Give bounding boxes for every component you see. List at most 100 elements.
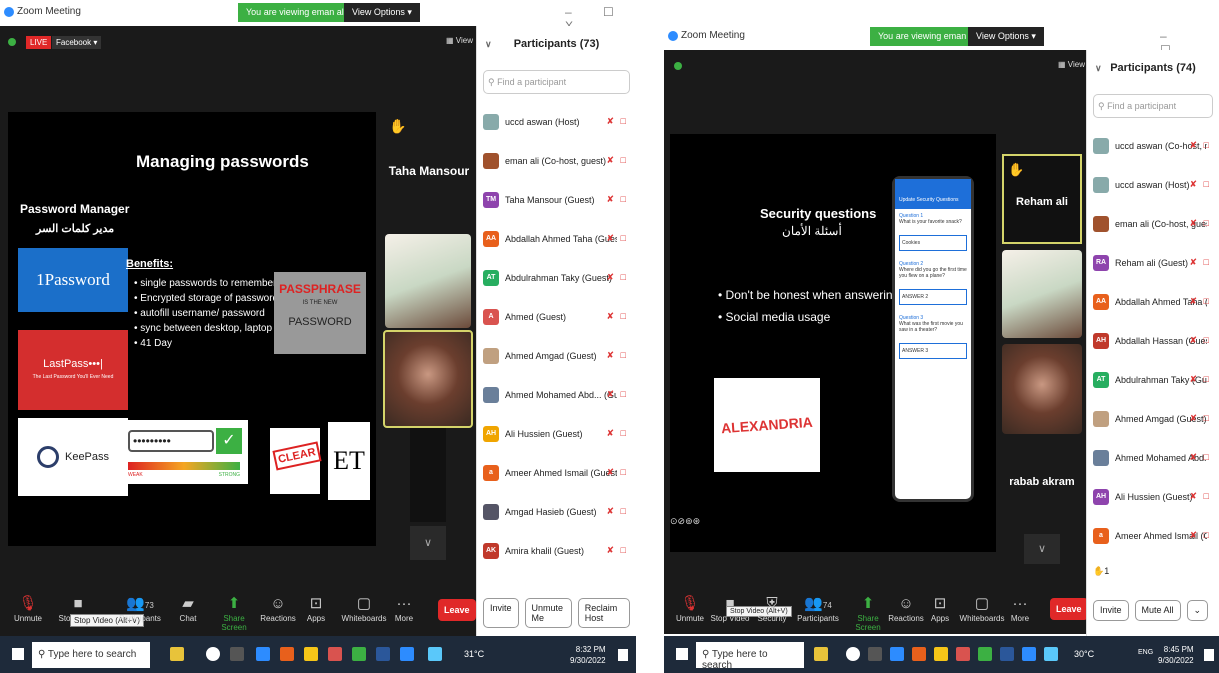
notification-icon[interactable] — [1204, 649, 1214, 661]
shield-icon[interactable] — [8, 38, 16, 46]
word-icon[interactable] — [1000, 647, 1014, 661]
participant-video-2[interactable] — [1002, 344, 1082, 434]
zoom-taskbar-icon[interactable] — [400, 647, 414, 661]
taskbar-app-icon[interactable] — [170, 647, 184, 661]
mic-camera-muted-icon[interactable]: ✘ □ — [1190, 413, 1211, 424]
windows-start-icon[interactable] — [12, 648, 24, 660]
participant-row[interactable]: Ahmed Amgad (Guest) ✘ □ — [1087, 399, 1219, 438]
participant-row[interactable]: aAmeer Ahmed Ismail (Guest)✘ □ — [1087, 516, 1219, 555]
speaker-tile-2[interactable]: rabab akram — [1002, 440, 1082, 530]
security-button[interactable]: ⛨ Security — [750, 594, 794, 623]
taskbar-app-icon-2[interactable] — [428, 647, 442, 661]
mic-camera-muted-icon[interactable]: ✘ □ — [1190, 257, 1211, 268]
explorer-icon[interactable] — [934, 647, 948, 661]
participant-row[interactable]: ATAbdulrahman Taky (Guest)✘ □ — [477, 258, 636, 297]
participant-row[interactable]: AK Amira khalil (Guest) ✘ □ — [477, 531, 636, 570]
participant-row[interactable]: aAmeer Ahmed Ismail (Guest)✘ □ — [477, 453, 636, 492]
participant-row[interactable]: AAAbdallah Ahmed Taha (Guest)✘ □ — [1087, 282, 1219, 321]
mic-camera-muted-icon[interactable]: ✘ □ — [1190, 335, 1211, 346]
participant-row[interactable]: ATAbdulrahman Taky (Guest)✘ □ — [1087, 360, 1219, 399]
live-target-dropdown[interactable]: Facebook ▾ — [52, 36, 102, 49]
word-icon[interactable] — [376, 647, 390, 661]
mic-camera-muted-icon[interactable]: ✘ □ — [607, 194, 628, 205]
cortana-icon[interactable] — [846, 647, 860, 661]
participant-row[interactable]: eman ali (Co-host, guest) ✘ □ — [1087, 204, 1219, 243]
mic-camera-muted-icon[interactable]: ✘ □ — [607, 155, 628, 166]
participant-row[interactable]: AAAbdallah Ahmed Taha (Guest)✘ □ — [477, 219, 636, 258]
participants-button[interactable]: 👥73 Participants — [118, 594, 162, 623]
participant-row[interactable]: Ahmed Mohamed Abd... (Guest)✘ □ — [1087, 438, 1219, 477]
chrome-icon[interactable] — [956, 647, 970, 661]
participant-row[interactable]: AH Ali Hussien (Guest) ✘ □ — [477, 414, 636, 453]
mic-camera-muted-icon[interactable]: ✘ □ — [1190, 530, 1211, 541]
windows-start-icon[interactable] — [676, 648, 688, 660]
participant-search-input[interactable]: ⚲ Find a participant — [483, 70, 630, 94]
live-badge[interactable]: LIVE — [26, 36, 52, 49]
edge-icon[interactable] — [256, 647, 270, 661]
invite-button[interactable]: Invite — [1093, 600, 1129, 621]
more-button[interactable]: ··· More — [382, 594, 426, 623]
mic-camera-muted-icon[interactable]: ✘ □ — [607, 389, 628, 400]
more-button[interactable]: ··· More — [998, 594, 1042, 623]
view-options-button[interactable]: View Options ▾ — [968, 27, 1044, 46]
cortana-icon[interactable] — [206, 647, 220, 661]
mic-camera-muted-icon[interactable]: ✘ □ — [607, 545, 628, 556]
mic-camera-muted-icon[interactable]: ✘ □ — [1190, 140, 1211, 151]
excel-icon[interactable] — [352, 647, 366, 661]
mic-camera-muted-icon[interactable]: ✘ □ — [607, 467, 628, 478]
taskbar-search[interactable]: ⚲ Type here to search — [32, 642, 150, 668]
system-clock[interactable]: 8:32 PM 9/30/2022 — [570, 644, 606, 666]
mic-camera-muted-icon[interactable]: ✘ □ — [607, 233, 628, 244]
chrome-icon[interactable] — [328, 647, 342, 661]
mic-camera-muted-icon[interactable]: ✘ □ — [1190, 179, 1211, 190]
unmute-button[interactable]: 🎙 Unmute — [668, 594, 712, 623]
participant-row[interactable]: AH Abdallah Hassan (Guest) ✘ □ — [1087, 321, 1219, 360]
reclaim-host-button[interactable]: Reclaim Host — [577, 598, 630, 628]
taskbar-app-icon[interactable] — [814, 647, 828, 661]
weather-temp[interactable]: 30°C — [1074, 649, 1094, 659]
unmute-me-button[interactable]: Unmute Me — [524, 598, 572, 628]
participant-row[interactable]: uccd aswan (Host) ✘ □ — [477, 102, 636, 141]
scroll-down-button[interactable]: ∨ — [1024, 534, 1060, 564]
taskbar-search[interactable]: ⚲ Type here to search — [696, 642, 804, 671]
participant-video-1[interactable] — [1002, 250, 1082, 338]
mute-all-button[interactable]: Mute All — [1134, 600, 1181, 621]
task-view-icon[interactable] — [230, 647, 244, 661]
mic-camera-muted-icon[interactable]: ✘ □ — [607, 311, 628, 322]
system-clock[interactable]: 8:45 PM 9/30/2022 — [1158, 644, 1194, 666]
unmute-button[interactable]: 🎙 Unmute — [6, 594, 50, 623]
notification-icon[interactable] — [618, 649, 628, 661]
weather-temp[interactable]: 31°C — [464, 649, 484, 659]
participant-row[interactable]: Ahmed Amgad (Guest) ✘ □ — [477, 336, 636, 375]
participant-row[interactable]: uccd aswan (Host) ✘ □ — [1087, 165, 1219, 204]
mic-camera-muted-icon[interactable]: ✘ □ — [607, 506, 628, 517]
excel-icon[interactable] — [978, 647, 992, 661]
language-indicator[interactable]: ENG — [1138, 649, 1153, 656]
explorer-icon[interactable] — [304, 647, 318, 661]
participant-video-1[interactable] — [385, 234, 471, 328]
mic-camera-muted-icon[interactable]: ✘ □ — [607, 428, 628, 439]
participant-row[interactable]: eman ali (Co-host, guest) ✘ □ — [477, 141, 636, 180]
speaker-tile[interactable]: ✋ Reham ali — [1002, 154, 1082, 244]
chat-button[interactable]: ▰ Chat — [166, 594, 210, 623]
participant-row[interactable]: AH Ali Hussien (Guest) ✘ □ — [1087, 477, 1219, 516]
annotation-toolbar-icon[interactable]: ⊙⊘⊚⊛ — [670, 516, 700, 527]
mic-camera-muted-icon[interactable]: ✘ □ — [1190, 491, 1211, 502]
collapse-chevron-icon[interactable]: ∨ — [485, 39, 492, 50]
mic-camera-muted-icon[interactable]: ✘ □ — [1190, 218, 1211, 229]
mic-camera-muted-icon[interactable]: ✘ □ — [607, 272, 628, 283]
leave-button[interactable]: Leave — [1050, 598, 1088, 620]
view-button[interactable]: ▦ View — [446, 36, 473, 45]
apps-button[interactable]: ⊡ Apps — [294, 594, 338, 623]
office-icon[interactable] — [280, 647, 294, 661]
office-icon[interactable] — [912, 647, 926, 661]
participant-row[interactable]: TM Taha Mansour (Guest) ✘ □ — [477, 180, 636, 219]
participant-row[interactable]: A Ahmed (Guest) ✘ □ — [477, 297, 636, 336]
more-options-button[interactable]: ⌄ — [1186, 600, 1209, 621]
view-button[interactable]: ▦ View — [1058, 60, 1085, 69]
scroll-down-button[interactable]: ∨ — [410, 526, 446, 560]
task-view-icon[interactable] — [868, 647, 882, 661]
participant-row[interactable]: RA Reham ali (Guest) ✘ □ — [1087, 243, 1219, 282]
participant-row[interactable]: Amgad Hasieb (Guest) ✘ □ — [477, 492, 636, 531]
mic-camera-muted-icon[interactable]: ✘ □ — [607, 350, 628, 361]
